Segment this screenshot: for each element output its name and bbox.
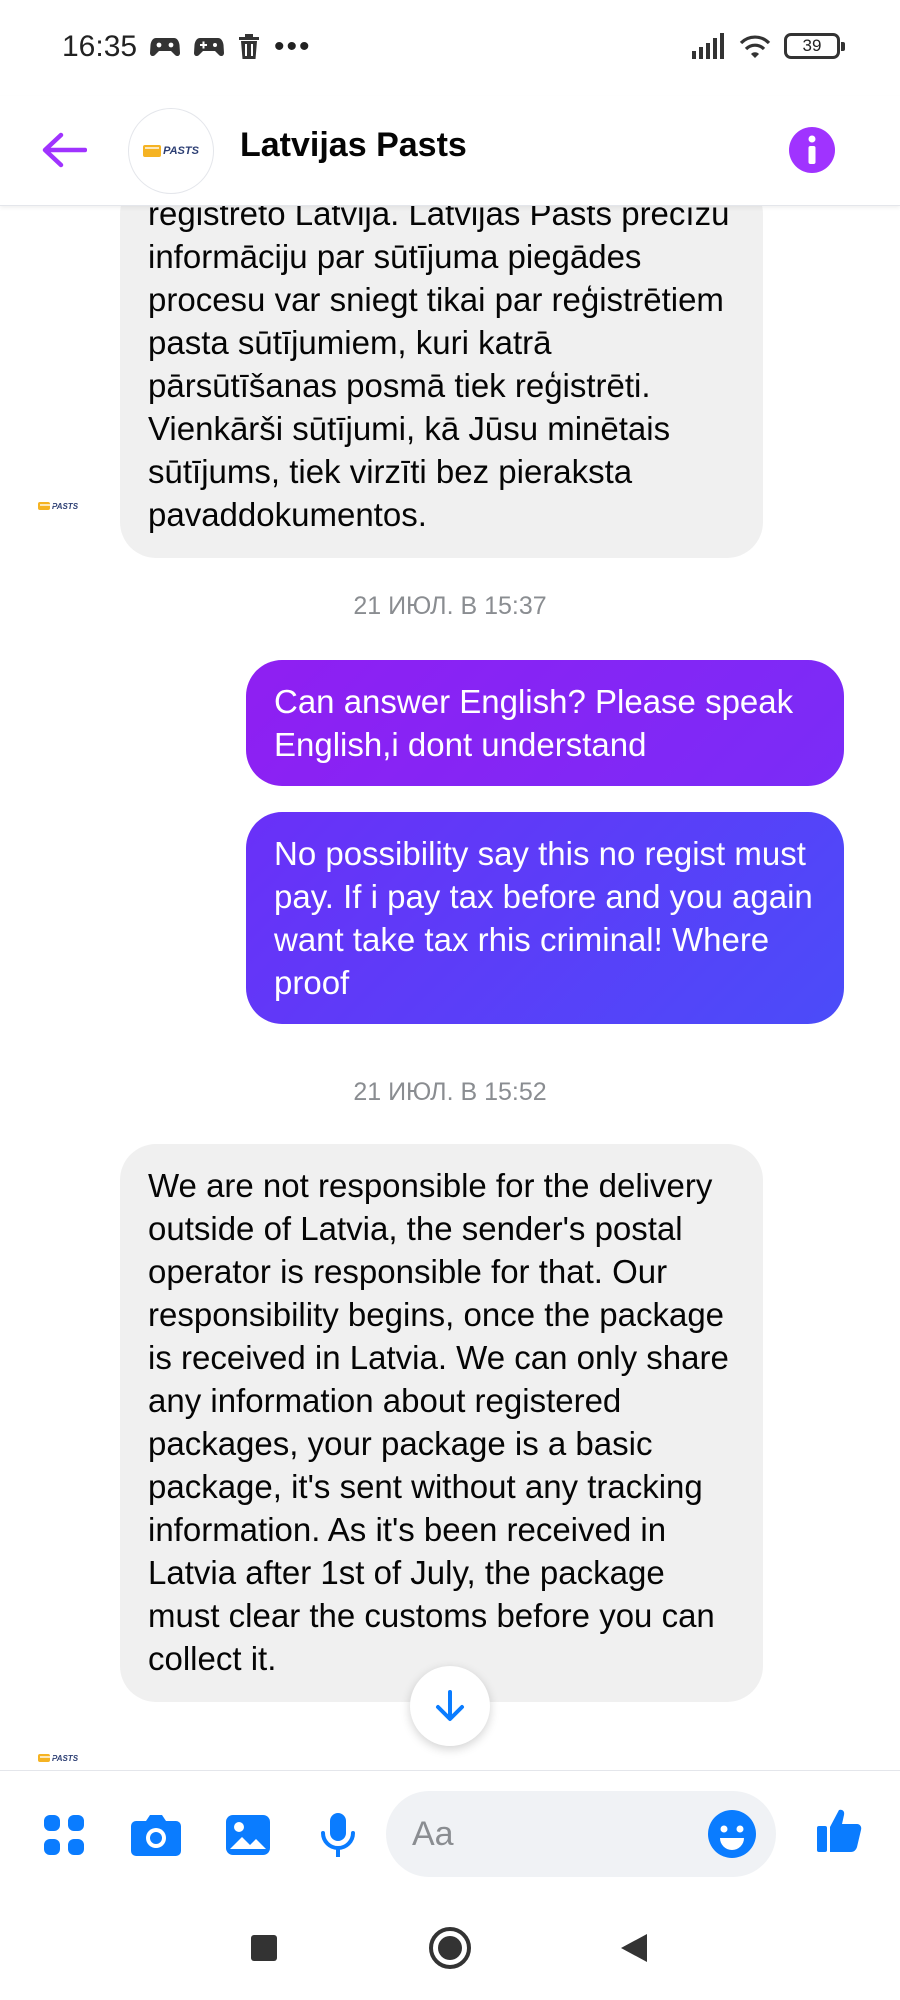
message-composer bbox=[0, 1770, 900, 1894]
recents-button[interactable] bbox=[236, 1920, 292, 1976]
envelope-icon bbox=[37, 1754, 54, 1762]
incoming-message[interactable]: reģistrēto Latvijā. Latvijas Pasts precī… bbox=[120, 206, 763, 558]
system-navigation-bar bbox=[0, 1894, 900, 2000]
contact-name[interactable]: Latvijas Pasts bbox=[240, 126, 467, 165]
gallery-button[interactable] bbox=[220, 1807, 276, 1863]
apps-button[interactable] bbox=[36, 1807, 92, 1863]
triangle-back-icon bbox=[621, 1934, 647, 1962]
message-input-box[interactable] bbox=[386, 1791, 776, 1877]
status-bar: 16:35 ••• 39 bbox=[0, 0, 900, 96]
sender-avatar: PASTS bbox=[30, 478, 86, 534]
latvijas-pasts-logo-small: PASTS bbox=[37, 501, 79, 511]
conversation-header: PASTS Latvijas Pasts bbox=[0, 96, 900, 206]
battery-indicator: 39 bbox=[784, 33, 845, 59]
sender-avatar: PASTS bbox=[30, 1730, 86, 1770]
battery-level: 39 bbox=[802, 36, 822, 55]
notification-icons: ••• bbox=[150, 30, 312, 63]
incoming-message[interactable]: We are not responsible for the delivery … bbox=[120, 1144, 763, 1702]
voice-button[interactable] bbox=[310, 1807, 366, 1863]
status-time: 16:35 bbox=[62, 30, 138, 63]
outgoing-message[interactable]: Can answer English? Please speak English… bbox=[246, 660, 844, 786]
outgoing-message[interactable]: No possibility say this no regist must p… bbox=[246, 812, 844, 1024]
latvijas-pasts-logo-small: PASTS bbox=[37, 1753, 79, 1763]
message-timestamp: 21 ИЮЛ. В 15:52 bbox=[353, 1078, 547, 1106]
like-button[interactable] bbox=[812, 1803, 868, 1859]
logo-text: PASTS bbox=[51, 501, 79, 511]
camera-button[interactable] bbox=[128, 1807, 184, 1863]
message-input[interactable] bbox=[412, 1791, 672, 1877]
more-notifications-icon: ••• bbox=[274, 30, 312, 63]
microphone-icon bbox=[321, 1813, 355, 1857]
back-nav-button[interactable] bbox=[606, 1920, 662, 1976]
gamepad-icon bbox=[150, 38, 180, 57]
trash-icon bbox=[239, 34, 259, 59]
home-button[interactable] bbox=[422, 1920, 478, 1976]
wifi-icon bbox=[739, 35, 771, 58]
back-button[interactable] bbox=[34, 120, 94, 180]
four-dots-icon bbox=[44, 1815, 84, 1855]
logo-text: PASTS bbox=[163, 145, 199, 157]
scroll-to-bottom-button[interactable] bbox=[410, 1666, 490, 1746]
gamepad-icon-2 bbox=[194, 38, 224, 57]
contact-avatar[interactable]: PASTS bbox=[128, 108, 214, 194]
logo-text: PASTS bbox=[51, 1753, 79, 1763]
arrow-left-icon bbox=[42, 132, 87, 168]
info-icon bbox=[789, 127, 835, 173]
message-list[interactable]: reģistrēto Latvijā. Latvijas Pasts precī… bbox=[0, 206, 900, 1770]
status-right: 39 bbox=[692, 32, 845, 60]
image-icon bbox=[226, 1815, 270, 1855]
emoji-icon[interactable] bbox=[706, 1808, 758, 1860]
square-icon bbox=[251, 1935, 277, 1961]
info-button[interactable] bbox=[780, 118, 844, 182]
latvijas-pasts-logo: PASTS bbox=[143, 145, 199, 157]
envelope-icon bbox=[37, 502, 54, 510]
message-timestamp: 21 ИЮЛ. В 15:37 bbox=[353, 592, 547, 620]
thumbs-up-icon bbox=[817, 1809, 862, 1852]
circle-icon bbox=[429, 1927, 471, 1969]
envelope-icon bbox=[143, 145, 162, 157]
arrow-down-icon bbox=[436, 1690, 464, 1721]
camera-icon bbox=[131, 1815, 181, 1856]
signal-icon bbox=[692, 33, 724, 59]
